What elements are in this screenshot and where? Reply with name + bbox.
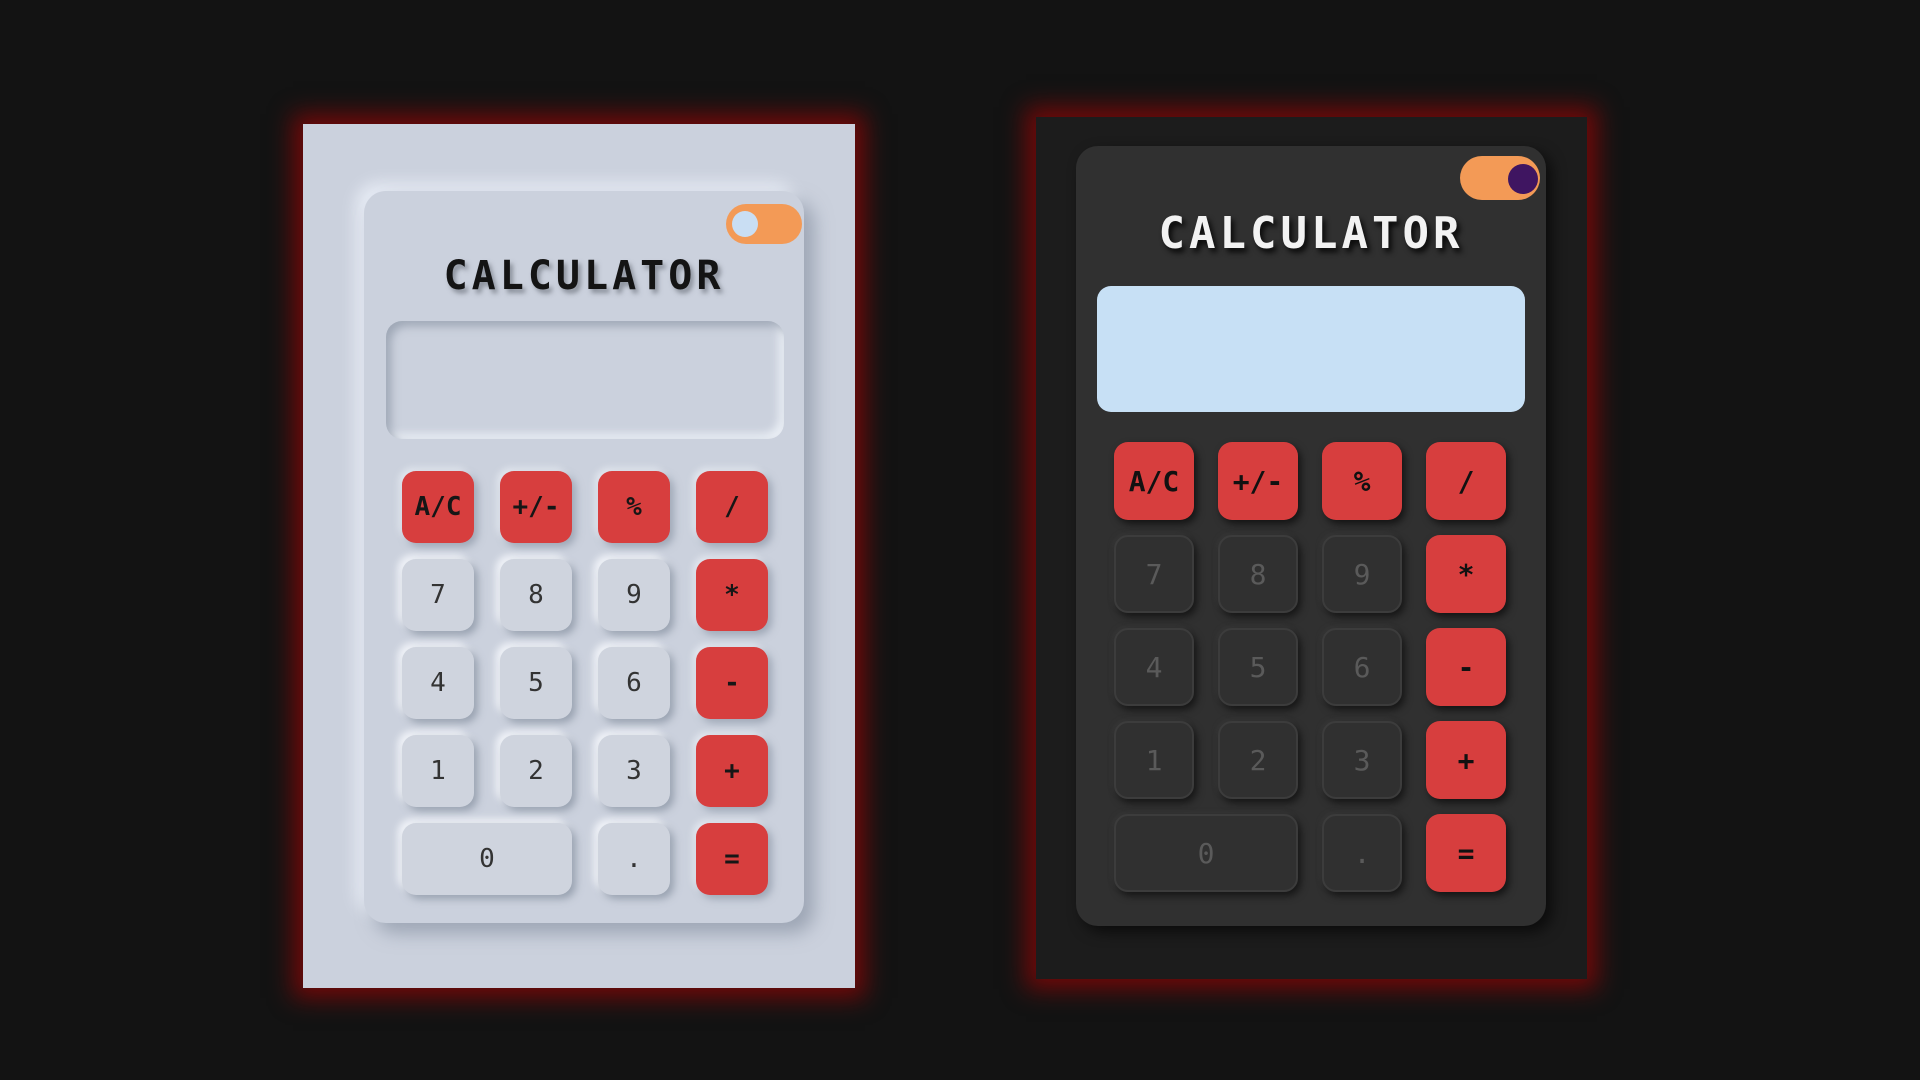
subtract-button[interactable]: - — [1426, 628, 1506, 706]
light-calculator: CALCULATOR A/C +/- % / 7 8 9 * 4 5 6 - 1… — [364, 191, 804, 923]
clear-button[interactable]: A/C — [402, 471, 474, 543]
sign-toggle-button[interactable]: +/- — [500, 471, 572, 543]
digit-4-button[interactable]: 4 — [1114, 628, 1194, 706]
digit-1-button[interactable]: 1 — [1114, 721, 1194, 799]
calculator-title: CALCULATOR — [443, 253, 725, 299]
digit-5-button[interactable]: 5 — [500, 647, 572, 719]
digit-0-button[interactable]: 0 — [1114, 814, 1298, 892]
light-theme-panel: CALCULATOR A/C +/- % / 7 8 9 * 4 5 6 - 1… — [303, 124, 855, 988]
percent-button[interactable]: % — [598, 471, 670, 543]
digit-2-button[interactable]: 2 — [500, 735, 572, 807]
dark-calculator: CALCULATOR A/C +/- % / 7 8 9 * 4 5 6 - 1… — [1076, 146, 1546, 926]
divide-button[interactable]: / — [696, 471, 768, 543]
digit-5-button[interactable]: 5 — [1218, 628, 1298, 706]
digit-3-button[interactable]: 3 — [1322, 721, 1402, 799]
percent-button[interactable]: % — [1322, 442, 1402, 520]
calculator-display — [386, 321, 784, 439]
digit-4-button[interactable]: 4 — [402, 647, 474, 719]
equals-button[interactable]: = — [696, 823, 768, 895]
digit-8-button[interactable]: 8 — [1218, 535, 1298, 613]
digit-9-button[interactable]: 9 — [598, 559, 670, 631]
clear-button[interactable]: A/C — [1114, 442, 1194, 520]
digit-8-button[interactable]: 8 — [500, 559, 572, 631]
digit-9-button[interactable]: 9 — [1322, 535, 1402, 613]
keypad: A/C +/- % / 7 8 9 * 4 5 6 - 1 2 3 + 0 . … — [402, 471, 768, 897]
toggle-knob[interactable] — [1508, 164, 1538, 194]
digit-0-button[interactable]: 0 — [402, 823, 572, 895]
multiply-button[interactable]: * — [696, 559, 768, 631]
theme-toggle[interactable] — [726, 204, 802, 244]
digit-1-button[interactable]: 1 — [402, 735, 474, 807]
digit-2-button[interactable]: 2 — [1218, 721, 1298, 799]
digit-6-button[interactable]: 6 — [598, 647, 670, 719]
digit-7-button[interactable]: 7 — [1114, 535, 1194, 613]
divide-button[interactable]: / — [1426, 442, 1506, 520]
decimal-button[interactable]: . — [598, 823, 670, 895]
decimal-button[interactable]: . — [1322, 814, 1402, 892]
theme-toggle[interactable] — [1460, 156, 1540, 200]
multiply-button[interactable]: * — [1426, 535, 1506, 613]
digit-6-button[interactable]: 6 — [1322, 628, 1402, 706]
subtract-button[interactable]: - — [696, 647, 768, 719]
keypad: A/C +/- % / 7 8 9 * 4 5 6 - 1 2 3 + 0 . … — [1114, 442, 1506, 902]
dark-theme-panel: CALCULATOR A/C +/- % / 7 8 9 * 4 5 6 - 1… — [1036, 117, 1587, 979]
calculator-title: CALCULATOR — [1158, 208, 1464, 259]
equals-button[interactable]: = — [1426, 814, 1506, 892]
add-button[interactable]: + — [696, 735, 768, 807]
add-button[interactable]: + — [1426, 721, 1506, 799]
digit-7-button[interactable]: 7 — [402, 559, 474, 631]
sign-toggle-button[interactable]: +/- — [1218, 442, 1298, 520]
digit-3-button[interactable]: 3 — [598, 735, 670, 807]
toggle-knob[interactable] — [732, 211, 758, 237]
calculator-display — [1097, 286, 1525, 412]
